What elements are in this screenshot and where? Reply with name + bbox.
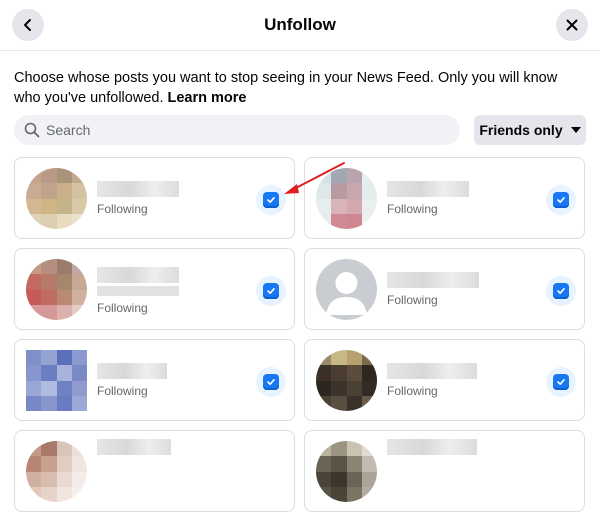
close-icon bbox=[566, 19, 578, 31]
checkmark-icon bbox=[267, 288, 275, 294]
name-redacted bbox=[97, 181, 179, 197]
unfollow-card[interactable]: Following bbox=[14, 339, 295, 421]
unfollow-card[interactable]: Following bbox=[14, 157, 295, 239]
following-status: Following bbox=[97, 384, 148, 398]
default-avatar bbox=[316, 259, 377, 320]
search-input[interactable] bbox=[46, 122, 426, 138]
unfollow-card[interactable] bbox=[304, 430, 585, 512]
person-silhouette-icon bbox=[326, 272, 367, 315]
unfollow-checkbox[interactable] bbox=[256, 276, 286, 306]
chevron-left-icon bbox=[24, 19, 31, 31]
name-redacted bbox=[97, 363, 167, 379]
back-button[interactable] bbox=[12, 9, 44, 41]
checkmark-icon bbox=[267, 197, 275, 203]
name-redacted bbox=[97, 439, 171, 455]
search-bar[interactable] bbox=[14, 115, 460, 145]
following-status: Following bbox=[97, 202, 148, 216]
avatar bbox=[316, 350, 377, 411]
name-redacted bbox=[387, 181, 469, 197]
unfollow-card[interactable]: Following bbox=[304, 248, 585, 330]
description-text: Choose whose posts you want to stop seei… bbox=[14, 70, 558, 106]
checkmark-icon bbox=[267, 379, 275, 385]
avatar bbox=[26, 259, 87, 320]
avatar bbox=[26, 168, 87, 229]
name-redacted bbox=[97, 267, 179, 283]
search-icon bbox=[24, 122, 40, 138]
unfollow-card[interactable]: Following bbox=[14, 248, 295, 330]
checkmark-icon bbox=[557, 197, 565, 203]
checkmark-icon bbox=[557, 288, 565, 294]
dialog-header: Unfollow bbox=[0, 0, 600, 51]
unfollow-checkbox[interactable] bbox=[546, 367, 576, 397]
avatar bbox=[26, 441, 87, 502]
name-redacted bbox=[387, 439, 477, 455]
annotation-arrow-icon bbox=[284, 162, 345, 194]
name-redacted-line bbox=[97, 286, 179, 296]
name-redacted bbox=[387, 272, 479, 288]
dialog-title: Unfollow bbox=[264, 15, 336, 34]
avatar bbox=[26, 350, 87, 411]
unfollow-card[interactable]: Following bbox=[304, 339, 585, 421]
caret-down-icon bbox=[570, 127, 581, 133]
unfollow-checkbox[interactable] bbox=[546, 185, 576, 215]
following-status: Following bbox=[387, 384, 438, 398]
avatar bbox=[316, 441, 377, 502]
filter-label: Friends only bbox=[479, 122, 563, 138]
unfollow-checkbox[interactable] bbox=[256, 367, 286, 397]
friends-filter-dropdown[interactable]: Friends only bbox=[474, 115, 586, 145]
checkmark-icon bbox=[557, 379, 565, 385]
following-status: Following bbox=[387, 202, 438, 216]
following-status: Following bbox=[387, 293, 438, 307]
unfollow-checkbox[interactable] bbox=[546, 276, 576, 306]
unfollow-card[interactable] bbox=[14, 430, 295, 512]
following-status: Following bbox=[97, 301, 148, 315]
dialog-description: Choose whose posts you want to stop seei… bbox=[14, 68, 584, 108]
name-redacted bbox=[387, 363, 477, 379]
close-button[interactable] bbox=[556, 9, 588, 41]
learn-more-link[interactable]: Learn more bbox=[168, 90, 247, 106]
